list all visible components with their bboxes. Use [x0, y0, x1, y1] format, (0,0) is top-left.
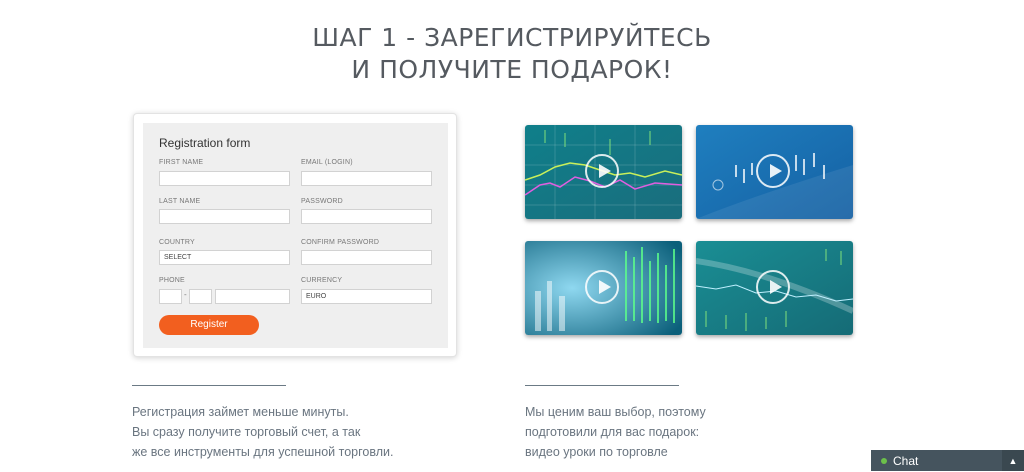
left-description-line-3: же все инструменты для успешной торговли…	[132, 445, 394, 459]
phone-area-code-input[interactable]	[189, 289, 212, 304]
right-divider	[525, 385, 679, 386]
collapse-icon[interactable]: ▲	[1002, 450, 1024, 471]
right-description-line-1: Мы ценим ваш выбор, поэтому	[525, 405, 706, 419]
page-headline: ШАГ 1 - ЗАРЕГИСТРИРУЙТЕСЬ И ПОЛУЧИТЕ ПОД…	[0, 22, 1024, 86]
last-name-label: LAST NAME	[159, 198, 201, 205]
video-thumbnail-3[interactable]	[525, 241, 682, 335]
email-input[interactable]	[301, 171, 432, 186]
last-name-input[interactable]	[159, 209, 290, 224]
confirm-password-label: CONFIRM PASSWORD	[301, 239, 380, 246]
phone-label: PHONE	[159, 277, 185, 284]
confirm-password-input[interactable]	[301, 250, 432, 265]
video-thumbnail-1[interactable]	[525, 125, 682, 219]
register-button[interactable]: Register	[159, 315, 259, 335]
chat-label: Chat	[893, 454, 919, 468]
headline-line-1: ШАГ 1 - ЗАРЕГИСТРИРУЙТЕСЬ	[312, 23, 712, 52]
headline-line-2: И ПОЛУЧИТЕ ПОДАРОК!	[351, 55, 673, 84]
left-description-line-2: Вы сразу получите торговый счет, а так	[132, 425, 361, 439]
play-icon[interactable]	[756, 270, 790, 304]
first-name-label: FIRST NAME	[159, 159, 204, 166]
first-name-input[interactable]	[159, 171, 290, 186]
email-label: EMAIL (LOGIN)	[301, 159, 353, 166]
phone-number-input[interactable]	[215, 289, 290, 304]
phone-separator: -	[184, 290, 187, 299]
left-description: Регистрация займет меньше минуты. Вы сра…	[132, 402, 492, 462]
country-label: COUNTRY	[159, 239, 195, 246]
left-description-line-1: Регистрация займет меньше минуты.	[132, 405, 349, 419]
form-title: Registration form	[159, 136, 251, 150]
currency-label: CURRENCY	[301, 277, 343, 284]
video-thumbnail-2[interactable]	[696, 125, 853, 219]
password-input[interactable]	[301, 209, 432, 224]
right-description-line-3: видео уроки по торговле	[525, 445, 668, 459]
right-description: Мы ценим ваш выбор, поэтому подготовили …	[525, 402, 855, 462]
registration-card: Registration form FIRST NAME EMAIL (LOGI…	[133, 113, 457, 357]
left-divider	[132, 385, 286, 386]
country-select[interactable]: SELECT	[159, 250, 290, 265]
play-icon[interactable]	[585, 270, 619, 304]
video-thumbnail-4[interactable]	[696, 241, 853, 335]
right-description-line-2: подготовили для вас подарок:	[525, 425, 700, 439]
registration-form: Registration form FIRST NAME EMAIL (LOGI…	[143, 123, 448, 348]
password-label: PASSWORD	[301, 198, 343, 205]
chat-widget[interactable]: Chat ▲	[871, 450, 1024, 471]
phone-country-code-input[interactable]	[159, 289, 182, 304]
currency-select[interactable]: EURO	[301, 289, 432, 304]
online-status-icon	[881, 458, 887, 464]
play-icon[interactable]	[585, 154, 619, 188]
play-icon[interactable]	[756, 154, 790, 188]
